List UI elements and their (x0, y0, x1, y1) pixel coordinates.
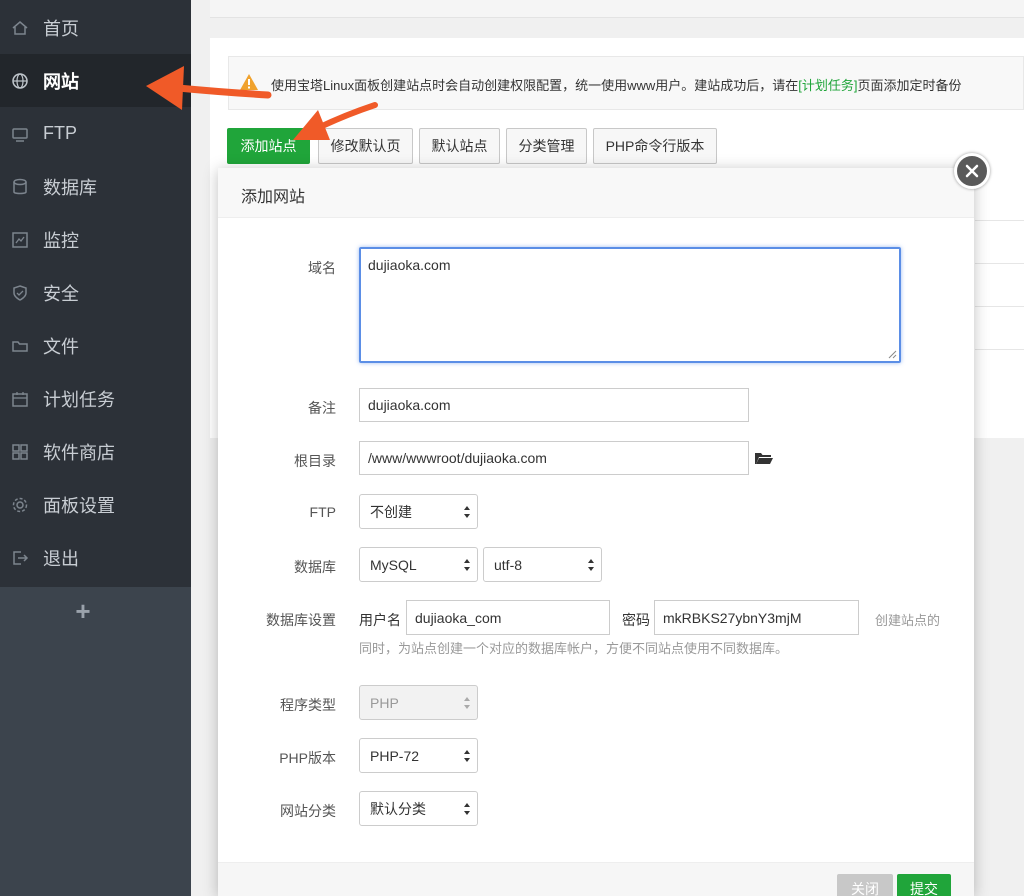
notice-text-after: 页面添加定时备份 (857, 78, 961, 93)
sidebar-item-label: 网站 (43, 68, 79, 94)
sidebar-item-website[interactable]: 网站 (0, 54, 191, 107)
php-cli-version-button[interactable]: PHP命令行版本 (593, 128, 717, 164)
ftp-select-value: 不创建 (370, 502, 412, 522)
sidebar-item-label: FTP (43, 123, 77, 144)
calendar-icon (11, 390, 29, 408)
globe-icon (11, 72, 29, 90)
db-user-input[interactable]: dujiaoka_com (406, 600, 610, 635)
ftp-select[interactable]: 不创建 (359, 494, 478, 529)
select-caret-icon (463, 696, 471, 710)
db-user-label: 用户名 (359, 610, 401, 630)
select-caret-icon (463, 749, 471, 763)
root-dir-input[interactable]: /www/wwwroot/dujiaoka.com (359, 441, 749, 475)
grid-icon (11, 443, 29, 461)
db-password-input[interactable]: mkRBKS27ybnY3mjM (654, 600, 859, 635)
select-caret-icon (463, 505, 471, 519)
sidebar-item-label: 退出 (43, 545, 79, 571)
notice-bar: 使用宝塔Linux面板创建站点时会自动创建权限配置，统一使用www用户。建站成功… (228, 56, 1024, 110)
ftp-label: FTP (218, 504, 336, 520)
warning-icon (239, 73, 259, 96)
ftp-icon (11, 125, 29, 143)
program-type-label: 程序类型 (218, 695, 336, 715)
sidebar-item-security[interactable]: 安全 (0, 266, 191, 319)
db-hint-text-2: 同时，为站点创建一个对应的数据库帐户，方便不同站点使用不同数据库。 (359, 638, 788, 657)
sidebar-item-cron[interactable]: 计划任务 (0, 372, 191, 425)
sidebar-item-label: 软件商店 (43, 439, 115, 465)
sidebar-item-monitor[interactable]: 监控 (0, 213, 191, 266)
domain-value: dujiaoka.com (368, 257, 451, 273)
monitor-icon (11, 231, 29, 249)
sidebar-item-settings[interactable]: 面板设置 (0, 478, 191, 531)
site-category-select[interactable]: 默认分类 (359, 791, 478, 826)
db-type-select[interactable]: MySQL (359, 547, 478, 582)
site-category-label: 网站分类 (218, 801, 336, 821)
select-caret-icon (587, 558, 595, 572)
sidebar-item-logout[interactable]: 退出 (0, 531, 191, 584)
dialog-header: 添加网站 (218, 168, 974, 218)
default-site-button[interactable]: 默认站点 (419, 128, 500, 164)
db-hint-text: 创建站点的 (875, 610, 940, 629)
php-version-value: PHP-72 (370, 748, 419, 764)
db-charset-select[interactable]: utf-8 (483, 547, 602, 582)
home-icon (11, 19, 29, 37)
resize-handle-icon[interactable] (887, 349, 897, 359)
sidebar-item-label: 监控 (43, 227, 79, 253)
add-menu-button[interactable]: + (72, 596, 94, 626)
site-category-value: 默认分类 (370, 799, 426, 819)
folder-icon (11, 337, 29, 355)
db-password-label: 密码 (622, 610, 650, 630)
folder-open-icon[interactable] (754, 450, 774, 471)
domain-label: 域名 (218, 258, 336, 278)
sidebar-item-label: 计划任务 (43, 386, 115, 412)
sidebar-item-ftp[interactable]: FTP (0, 107, 191, 160)
sidebar-item-label: 首页 (43, 15, 79, 41)
db-charset-value: utf-8 (494, 557, 522, 573)
sidebar-item-label: 面板设置 (43, 492, 115, 518)
select-caret-icon (463, 558, 471, 572)
domain-textarea[interactable]: dujiaoka.com (359, 247, 901, 363)
shield-icon (11, 284, 29, 302)
db-settings-label: 数据库设置 (218, 610, 336, 630)
close-button[interactable]: 关闭 (837, 874, 893, 896)
program-type-value: PHP (370, 695, 399, 711)
db-type-value: MySQL (370, 557, 417, 573)
sidebar-item-label: 文件 (43, 333, 79, 359)
dialog-title: 添加网站 (241, 183, 305, 207)
sidebar-item-label: 数据库 (43, 174, 97, 200)
add-site-dialog: 添加网站 域名 dujiaoka.com 备注 dujiaoka.com 根目录… (218, 168, 974, 896)
sidebar-item-store[interactable]: 软件商店 (0, 425, 191, 478)
notice-text: 使用宝塔Linux面板创建站点时会自动创建权限配置，统一使用www用户。建站成功… (271, 75, 962, 94)
database-icon (11, 178, 29, 196)
sidebar: 首页 网站 FTP 数据库 监控 (0, 0, 191, 896)
logout-icon (11, 549, 29, 567)
sidebar-item-home[interactable]: 首页 (0, 1, 191, 54)
program-type-select: PHP (359, 685, 478, 720)
cron-link[interactable]: [计划任务] (798, 78, 857, 93)
php-version-label: PHP版本 (218, 748, 336, 768)
notice-text-before: 使用宝塔Linux面板创建站点时会自动创建权限配置，统一使用www用户。建站成功… (271, 78, 798, 93)
category-manage-button[interactable]: 分类管理 (506, 128, 587, 164)
database-label: 数据库 (218, 557, 336, 577)
php-version-select[interactable]: PHP-72 (359, 738, 478, 773)
sidebar-nav: 首页 网站 FTP 数据库 监控 (0, 0, 191, 587)
remark-label: 备注 (218, 398, 336, 418)
table-rows-bg (975, 175, 1024, 435)
select-caret-icon (463, 802, 471, 816)
remark-input[interactable]: dujiaoka.com (359, 388, 749, 422)
dialog-close-icon[interactable] (954, 153, 990, 189)
top-panel (210, 0, 1024, 18)
sidebar-item-files[interactable]: 文件 (0, 319, 191, 372)
submit-button[interactable]: 提交 (897, 874, 951, 896)
gear-icon (11, 496, 29, 514)
sidebar-item-database[interactable]: 数据库 (0, 160, 191, 213)
add-site-button[interactable]: 添加站点 (227, 128, 310, 164)
modify-default-page-button[interactable]: 修改默认页 (318, 128, 413, 164)
root-dir-label: 根目录 (218, 451, 336, 471)
sidebar-item-label: 安全 (43, 280, 79, 306)
